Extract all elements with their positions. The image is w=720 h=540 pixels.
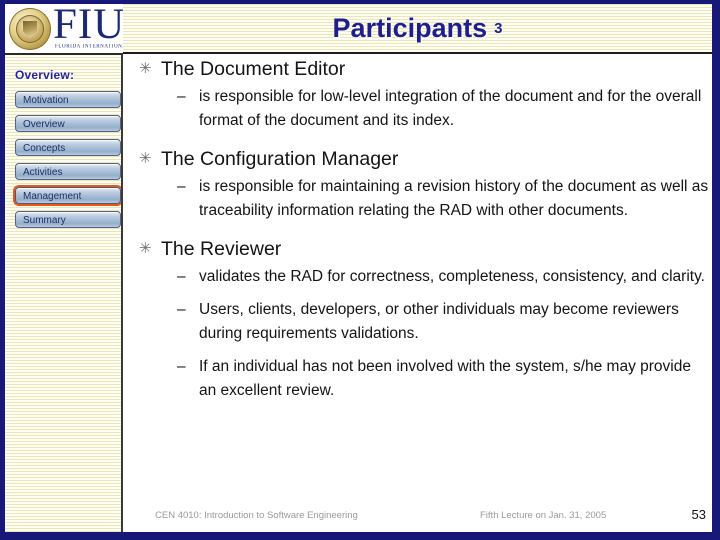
content-heading-text: The Document Editor [161, 58, 346, 80]
content-heading-3: ✳ The Reviewer [125, 236, 712, 263]
content-subitem: – validates the RAD for correctness, com… [125, 265, 712, 289]
content-subitem-text: is responsible for maintaining a revisio… [199, 178, 709, 219]
sidebar-right-edge [121, 54, 123, 532]
footer-course-text: CEN 4010: Introduction to Software Engin… [155, 510, 358, 521]
sidebar-nav-list: Motivation Overview Concepts Activities … [15, 91, 121, 235]
fiu-subtitle: FLORIDA INTERNATIONAL UNIVERSITY [55, 44, 123, 50]
sidebar-item-label: Overview [23, 119, 65, 130]
asterisk-bullet-icon: ✳ [139, 60, 152, 77]
content-subitem: – If an individual has not been involved… [125, 355, 712, 403]
dash-bullet-icon: – [177, 88, 186, 105]
dash-bullet-icon: – [177, 268, 186, 285]
content-subitem: – is responsible for low-level integrati… [125, 85, 712, 133]
frame-left-bar [0, 0, 5, 540]
frame-top-bar [0, 0, 720, 4]
sidebar-item-label: Summary [23, 215, 66, 226]
slide-footer: CEN 4010: Introduction to Software Engin… [125, 507, 712, 526]
footer-lecture-text: Fifth Lecture on Jan. 31, 2005 [480, 510, 607, 521]
sidebar: Overview: Motivation Overview Concepts A… [5, 54, 123, 532]
content-subitem-text: is responsible for low-level integration… [199, 88, 702, 129]
sidebar-item-label: Activities [23, 167, 63, 178]
sidebar-item-management[interactable]: Management [15, 187, 121, 204]
fiu-wordmark: FIU [53, 4, 123, 48]
frame-right-bar [712, 0, 720, 540]
asterisk-bullet-icon: ✳ [139, 240, 152, 257]
dash-bullet-icon: – [177, 178, 186, 195]
dash-bullet-icon: – [177, 301, 186, 318]
footer-page-number: 53 [691, 507, 706, 522]
sidebar-heading: Overview: [15, 68, 75, 82]
content-heading-text: The Configuration Manager [161, 148, 399, 170]
item-gap [125, 346, 712, 353]
content-subitem-text: If an individual has not been involved w… [199, 358, 691, 399]
frame-bottom-bar [0, 532, 720, 540]
sidebar-top-divider [5, 53, 123, 55]
sidebar-item-motivation[interactable]: Motivation [15, 91, 121, 108]
content-subitem-text: Users, clients, developers, or other ind… [199, 301, 679, 342]
sidebar-item-label: Management [23, 191, 82, 202]
content-subitem: – Users, clients, developers, or other i… [125, 298, 712, 346]
content-subitem-text: validates the RAD for correctness, compl… [199, 268, 705, 285]
sidebar-item-summary[interactable]: Summary [15, 211, 121, 228]
sidebar-item-activities[interactable]: Activities [15, 163, 121, 180]
sidebar-item-concepts[interactable]: Concepts [15, 139, 121, 156]
item-gap [125, 289, 712, 296]
content-heading-2: ✳ The Configuration Manager [125, 146, 712, 173]
asterisk-bullet-icon: ✳ [139, 150, 152, 167]
sidebar-item-label: Concepts [23, 143, 66, 154]
header-divider-rule [123, 52, 712, 54]
content-heading-1: ✳ The Document Editor [125, 56, 712, 83]
content-subitem: – is responsible for maintaining a revis… [125, 175, 712, 223]
content-heading-text: The Reviewer [161, 238, 282, 260]
slide-canvas: Participants3 FIU FLORIDA INTERNATIONAL … [0, 0, 720, 540]
fiu-logo: FIU FLORIDA INTERNATIONAL UNIVERSITY [5, 4, 123, 53]
fiu-seal-icon [9, 8, 51, 50]
sidebar-item-label: Motivation [23, 95, 69, 106]
sidebar-item-overview[interactable]: Overview [15, 115, 121, 132]
dash-bullet-icon: – [177, 358, 186, 375]
slide-content: ✳ The Document Editor – is responsible f… [125, 56, 712, 502]
